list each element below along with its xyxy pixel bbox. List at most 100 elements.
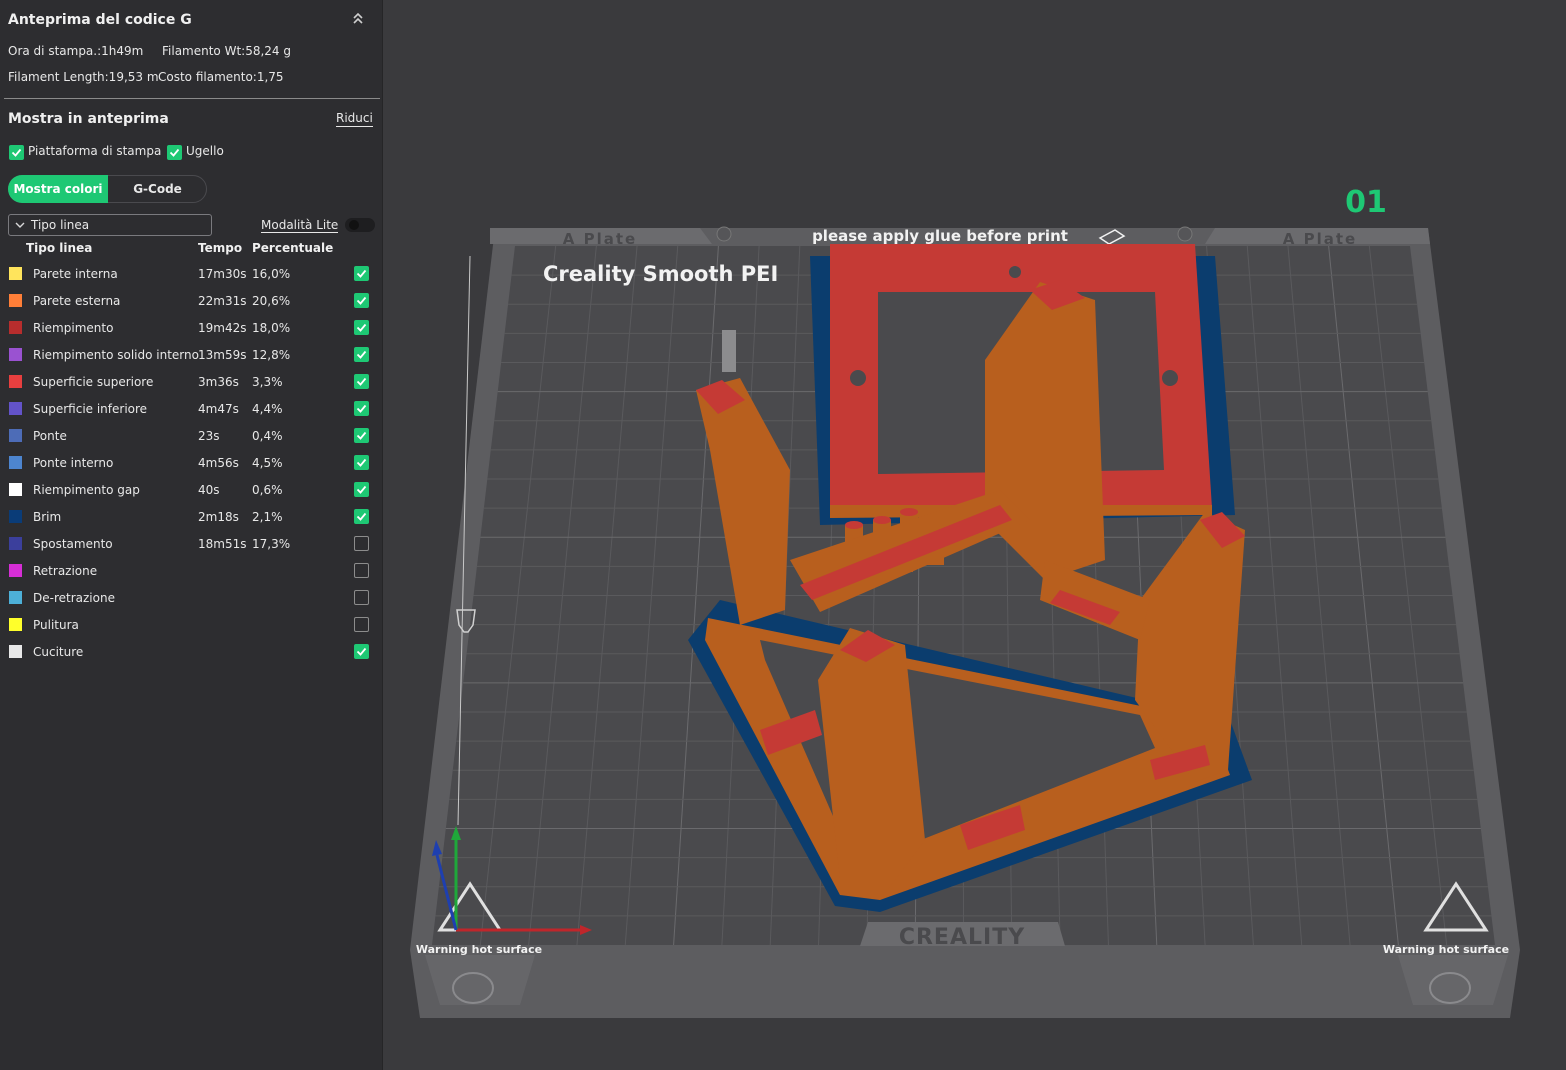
legend-row: Cuciture: [0, 640, 382, 667]
line-type-name: Cuciture: [33, 645, 84, 659]
reduce-link[interactable]: Riduci: [336, 111, 373, 127]
legend-row: Pulitura: [0, 613, 382, 640]
check-icon: [356, 485, 367, 494]
line-type-time: 4m47s: [198, 402, 239, 416]
line-type-time: 22m31s: [198, 294, 247, 308]
legend-row: Brim 2m18s 2,1%: [0, 505, 382, 532]
tab-gcode[interactable]: G-Code: [108, 175, 207, 203]
color-swatch: [9, 537, 22, 550]
visibility-checkbox[interactable]: [354, 428, 369, 443]
line-type-name: Ponte: [33, 429, 67, 443]
line-type-name: De-retrazione: [33, 591, 115, 605]
line-type-name: Superficie superiore: [33, 375, 154, 389]
line-type-select-value: Tipo linea: [31, 218, 90, 232]
check-icon: [356, 404, 367, 413]
visibility-checkbox[interactable]: [354, 509, 369, 524]
line-type-time: 23s: [198, 429, 220, 443]
visibility-checkbox[interactable]: [354, 455, 369, 470]
visibility-checkbox[interactable]: [354, 482, 369, 497]
bed-name: Creality Smooth PEI: [543, 262, 778, 286]
visibility-checkbox[interactable]: [354, 617, 369, 632]
line-type-percentage: 20,6%: [252, 294, 291, 308]
visibility-checkbox[interactable]: [354, 266, 369, 281]
color-swatch: [9, 510, 22, 523]
line-type-percentage: 16,0%: [252, 267, 291, 281]
visibility-checkbox[interactable]: [354, 644, 369, 659]
visibility-checkbox[interactable]: [354, 293, 369, 308]
print-time: Ora di stampa.:1h49m: [8, 44, 144, 58]
divider: [4, 98, 380, 99]
bed-hole-right: [1177, 226, 1193, 242]
line-type-percentage: 18,0%: [252, 321, 291, 335]
line-type-time: 2m18s: [198, 510, 239, 524]
color-swatch: [9, 456, 22, 469]
color-swatch: [9, 294, 22, 307]
color-swatch: [9, 429, 22, 442]
print-bed-checkbox[interactable]: [9, 145, 24, 160]
line-type-percentage: 2,1%: [252, 510, 283, 524]
color-swatch: [9, 267, 22, 280]
visibility-checkbox[interactable]: [354, 347, 369, 362]
visibility-checkbox[interactable]: [354, 374, 369, 389]
check-icon: [356, 647, 367, 656]
line-type-time: 18m51s: [198, 537, 247, 551]
line-type-name: Riempimento gap: [33, 483, 140, 497]
panel-title: Anteprima del codice G: [8, 12, 192, 28]
legend-row: Superficie superiore 3m36s 3,3%: [0, 370, 382, 397]
col-header-percentage: Percentuale: [252, 241, 334, 255]
color-swatch: [9, 321, 22, 334]
check-icon: [356, 269, 367, 278]
legend-row: Ponte interno 4m56s 4,5%: [0, 451, 382, 478]
line-type-percentage: 4,5%: [252, 456, 283, 470]
line-type-name: Riempimento: [33, 321, 114, 335]
collapse-up-icon[interactable]: [350, 10, 366, 28]
tab-show-colors[interactable]: Mostra colori: [8, 175, 108, 203]
warning-left: Warning hot surface: [416, 943, 542, 956]
color-swatch: [9, 375, 22, 388]
check-icon: [356, 377, 367, 386]
color-swatch: [9, 483, 22, 496]
filament-weight: Filamento Wt:58,24 g: [162, 44, 291, 58]
visibility-checkbox[interactable]: [354, 563, 369, 578]
line-type-name: Brim: [33, 510, 62, 524]
legend-row: Riempimento 19m42s 18,0%: [0, 316, 382, 343]
line-type-percentage: 0,6%: [252, 483, 283, 497]
color-swatch: [9, 402, 22, 415]
line-type-name: Parete interna: [33, 267, 118, 281]
lite-mode-label: Modalità Lite: [261, 218, 339, 233]
visibility-checkbox[interactable]: [354, 590, 369, 605]
frame-hole-icon: [850, 370, 866, 386]
line-type-name: Spostamento: [33, 537, 113, 551]
line-type-time: 40s: [198, 483, 220, 497]
toggle-knob: [349, 220, 359, 230]
legend-row: Parete interna 17m30s 16,0%: [0, 262, 382, 289]
check-icon: [356, 296, 367, 305]
nozzle-label: Ugello: [186, 144, 224, 158]
visibility-checkbox[interactable]: [354, 536, 369, 551]
line-type-percentage: 4,4%: [252, 402, 283, 416]
filament-length: Filament Length:19,53 m: [8, 70, 159, 84]
line-type-time: 13m59s: [198, 348, 247, 362]
col-header-line-type: Tipo linea: [26, 241, 93, 255]
col-header-time: Tempo: [198, 241, 243, 255]
chevron-down-icon: [15, 222, 25, 228]
3d-viewport[interactable]: 01 A Plate A Plate please apply glue bef…: [384, 0, 1566, 1070]
line-type-name: Riempimento solido interno: [33, 348, 199, 362]
legend-row: Ponte 23s 0,4%: [0, 424, 382, 451]
nozzle-checkbox[interactable]: [167, 145, 182, 160]
line-type-time: 3m36s: [198, 375, 239, 389]
line-type-percentage: 3,3%: [252, 375, 283, 389]
visibility-checkbox[interactable]: [354, 320, 369, 335]
plate-number: 01: [1345, 185, 1387, 220]
check-icon: [356, 350, 367, 359]
brand-logo: CREALITY: [899, 925, 1025, 950]
line-type-name: Parete esterna: [33, 294, 121, 308]
line-type-percentage: 0,4%: [252, 429, 283, 443]
check-icon: [356, 512, 367, 521]
check-icon: [356, 323, 367, 332]
visibility-checkbox[interactable]: [354, 401, 369, 416]
line-type-time: 17m30s: [198, 267, 247, 281]
bed-hole-left: [716, 226, 732, 242]
print-bed-label: Piattaforma di stampa: [28, 144, 162, 158]
check-icon: [11, 148, 22, 157]
